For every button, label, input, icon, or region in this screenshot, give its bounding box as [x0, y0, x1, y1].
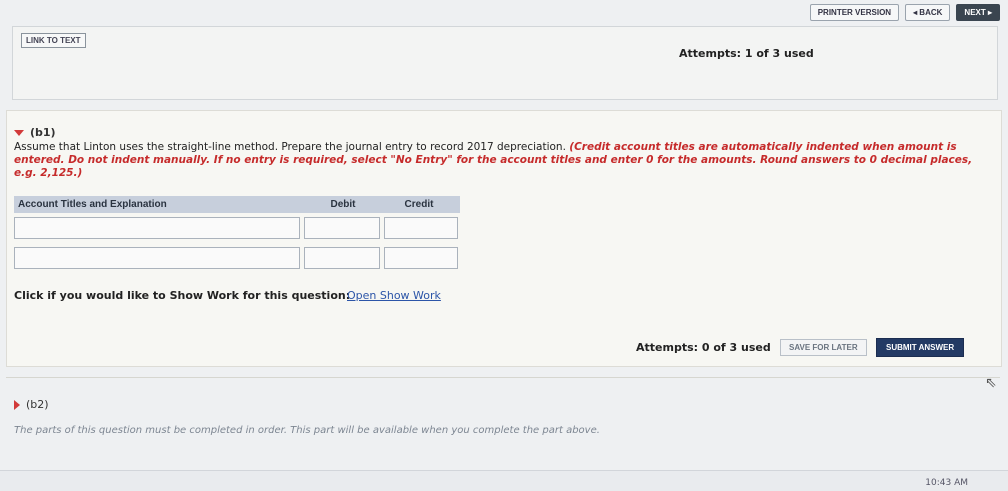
expand-triangle-icon — [14, 400, 20, 410]
back-button[interactable]: ◂ BACK — [905, 4, 951, 21]
question-instruction: Assume that Linton uses the straight-lin… — [14, 141, 994, 180]
show-work-label: Click if you would like to Show Work for… — [14, 289, 351, 302]
instruction-text: Assume that Linton uses the straight-lin… — [14, 141, 570, 153]
mouse-cursor-icon: ⇖ — [985, 375, 997, 391]
part-b2-label: (b2) — [26, 398, 49, 411]
collapse-triangle-icon — [14, 130, 24, 136]
col-credit: Credit — [404, 199, 434, 210]
attempts-counter-top: Attempts: 1 of 3 used — [679, 47, 814, 60]
save-for-later-button[interactable]: SAVE FOR LATER — [780, 339, 867, 356]
top-nav: PRINTER VERSION ◂ BACK NEXT ▸ — [809, 4, 1000, 21]
attempts-counter-bottom: Attempts: 0 of 3 used — [636, 341, 771, 354]
question-header-strip: LINK TO TEXT — [12, 26, 998, 100]
taskbar-clock: 10:43 AM — [925, 478, 968, 488]
col-debit: Debit — [330, 199, 356, 210]
col-account-titles: Account Titles and Explanation — [18, 199, 167, 210]
credit-input[interactable] — [384, 247, 458, 269]
part-b1-label: (b1) — [30, 126, 56, 139]
printer-version-button[interactable]: PRINTER VERSION — [809, 4, 900, 21]
next-button[interactable]: NEXT ▸ — [956, 4, 1000, 21]
journal-row — [14, 247, 460, 269]
debit-input[interactable] — [304, 247, 380, 269]
submit-answer-button[interactable]: SUBMIT ANSWER — [876, 338, 965, 357]
debit-input[interactable] — [304, 217, 380, 239]
account-title-input[interactable] — [14, 217, 300, 239]
part-b2-locked-note: The parts of this question must be compl… — [14, 425, 600, 436]
credit-input[interactable] — [384, 217, 458, 239]
account-title-input[interactable] — [14, 247, 300, 269]
journal-entry-table: Account Titles and Explanation Debit Cre… — [14, 196, 460, 269]
taskbar — [0, 470, 1008, 491]
open-show-work-link[interactable]: Open Show Work — [347, 289, 441, 302]
divider — [6, 377, 1000, 378]
part-b2-header[interactable]: (b2) — [14, 398, 49, 411]
journal-header-row: Account Titles and Explanation Debit Cre… — [14, 196, 460, 213]
part-b1-header[interactable]: (b1) — [14, 126, 56, 139]
link-to-text-button[interactable]: LINK TO TEXT — [21, 33, 86, 48]
journal-row — [14, 217, 460, 239]
